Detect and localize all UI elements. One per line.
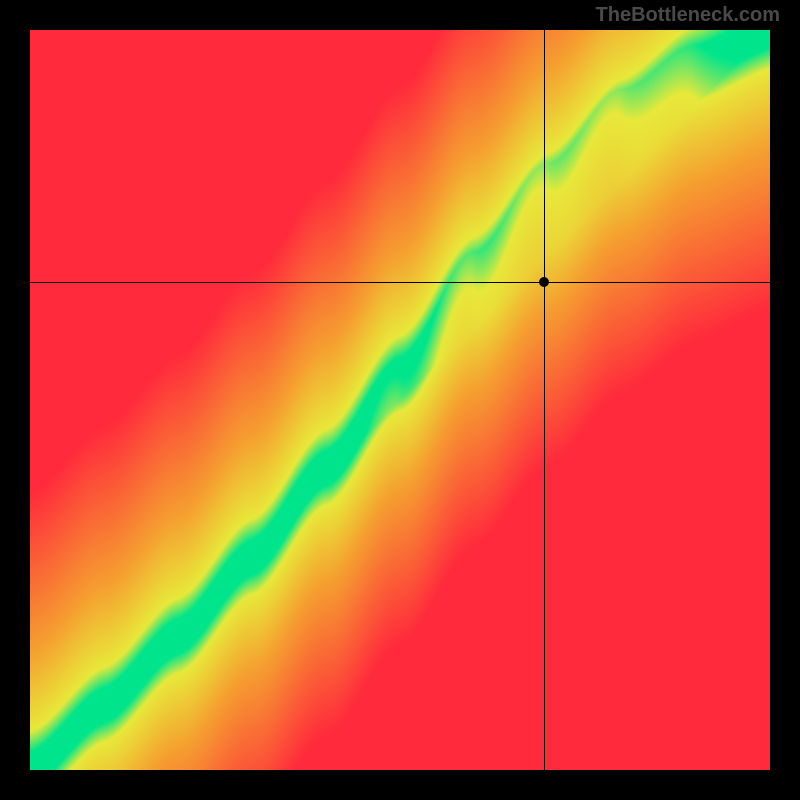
heatmap-canvas bbox=[30, 30, 770, 770]
heatmap-plot bbox=[30, 30, 770, 770]
crosshair-vertical bbox=[544, 30, 545, 770]
marker-dot bbox=[539, 277, 549, 287]
crosshair-horizontal bbox=[30, 282, 770, 283]
watermark-text: TheBottleneck.com bbox=[596, 4, 780, 27]
